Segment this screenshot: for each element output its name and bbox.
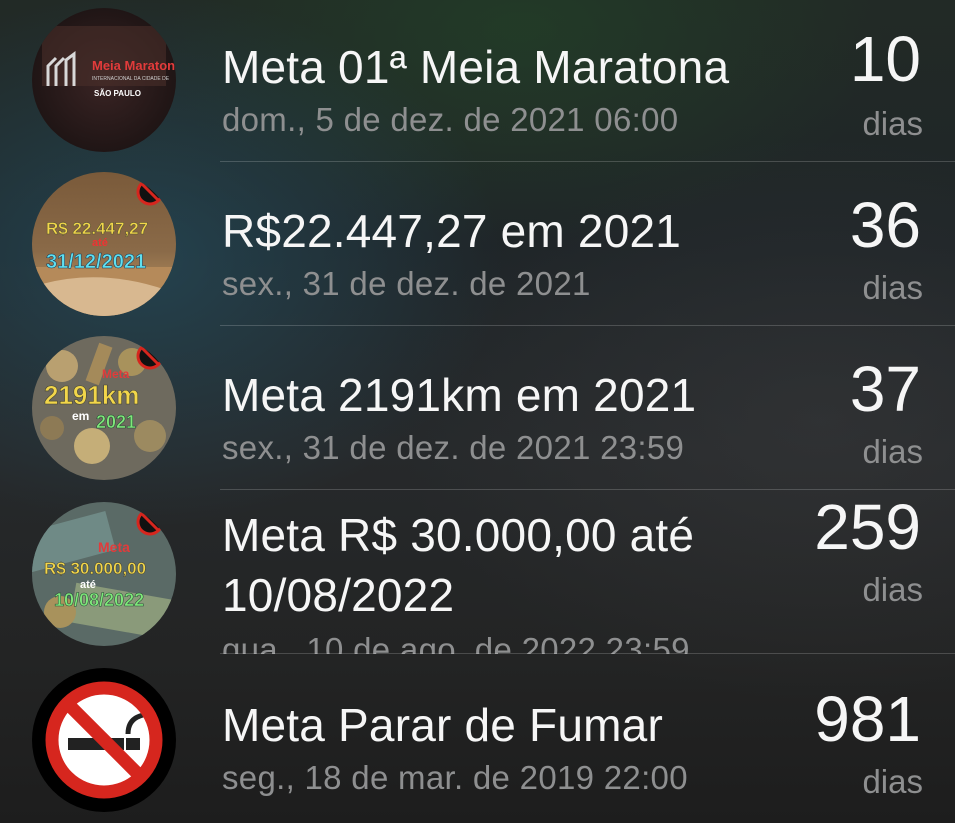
countdown-row-money-2022[interactable]: Meta R$ 30.000,00 até 10/08/2022 Meta R$…: [0, 490, 955, 654]
countdown-days-count: 10: [849, 23, 921, 95]
countdown-days-unit: dias: [862, 763, 923, 800]
countdown-date: seg., 18 de mar. de 2019 22:00: [222, 759, 688, 796]
countdown-row-meia-maratona[interactable]: Meia Maratona INTERNACIONAL DA CIDADE DE…: [0, 0, 955, 162]
countdown-days-unit: dias: [862, 105, 923, 142]
countdown-days-count: 981: [814, 683, 921, 755]
countdown-date: dom., 5 de dez. de 2021 06:00: [222, 101, 679, 138]
svg-text:10/08/2022: 10/08/2022: [54, 590, 144, 610]
countdown-date-clip: qua., 10 de ago. de 2022 23:59: [222, 630, 690, 654]
countdown-date: sex., 31 de dez. de 2021 23:59: [222, 429, 685, 466]
countdown-days-count: 37: [849, 353, 921, 425]
countdown-title: Meta R$ 30.000,00 até: [222, 509, 695, 561]
countdown-date: sex., 31 de dez. de 2021: [222, 265, 591, 302]
svg-text:Meta: Meta: [102, 367, 130, 381]
svg-text:31/12/2021: 31/12/2021: [46, 251, 146, 273]
countdown-title: Meta Parar de Fumar: [222, 699, 663, 751]
coins-goal-icon: Meta 2191km em 2021: [32, 336, 176, 480]
countdown-title: Meta 01ª Meia Maratona: [222, 41, 730, 93]
svg-text:até: até: [92, 237, 108, 249]
svg-text:Meia Maratona: Meia Maratona: [92, 58, 176, 73]
svg-text:em: em: [72, 409, 89, 423]
meia-maratona-thumbnail: Meia Maratona INTERNACIONAL DA CIDADE DE…: [32, 8, 176, 152]
countdown-days-unit: dias: [862, 269, 923, 306]
countdown-list: Meia Maratona INTERNACIONAL DA CIDADE DE…: [0, 0, 955, 823]
countdown-row-parar-de-fumar[interactable]: Meta Parar de Fumar seg., 18 de mar. de …: [0, 654, 955, 823]
svg-text:R$ 30.000,00: R$ 30.000,00: [44, 559, 146, 578]
svg-text:2021: 2021: [96, 412, 136, 432]
countdown-row-km-2021[interactable]: Meta 2191km em 2021 Meta 2191km em 2021 …: [0, 326, 955, 490]
no-smoking-icon: [32, 668, 176, 812]
meia-maratona-logo-icon: Meia Maratona INTERNACIONAL DA CIDADE DE…: [32, 8, 176, 152]
banknotes-goal-icon: Meta R$ 30.000,00 até 10/08/2022: [32, 502, 176, 646]
money-goal-icon: R$ 22.447,27 até 31/12/2021: [32, 172, 176, 316]
svg-text:INTERNACIONAL DA CIDADE DE: INTERNACIONAL DA CIDADE DE: [92, 76, 170, 82]
countdown-days-unit: dias: [862, 571, 923, 608]
countdown-title-line2: 10/08/2022: [222, 569, 455, 621]
svg-text:2191km: 2191km: [44, 380, 139, 410]
svg-text:Meta: Meta: [98, 539, 130, 555]
no-smoking-thumbnail: [32, 668, 176, 812]
svg-text:SÃO PAULO: SÃO PAULO: [94, 89, 141, 98]
countdown-date: qua., 10 de ago. de 2022 23:59: [222, 631, 690, 654]
countdown-days-count: 259: [814, 491, 921, 563]
countdown-days-unit: dias: [862, 433, 923, 470]
countdown-row-money-2021[interactable]: R$ 22.447,27 até 31/12/2021 R$22.447,27 …: [0, 162, 955, 326]
money-goal-thumbnail: R$ 22.447,27 até 31/12/2021: [32, 172, 176, 316]
countdown-title: R$22.447,27 em 2021: [222, 205, 682, 257]
coins-goal-thumbnail: Meta 2191km em 2021: [32, 336, 176, 480]
svg-text:R$ 22.447,27: R$ 22.447,27: [46, 219, 148, 238]
banknotes-goal-thumbnail: Meta R$ 30.000,00 até 10/08/2022: [32, 502, 176, 646]
countdown-title: Meta 2191km em 2021: [222, 369, 697, 421]
countdown-days-count: 36: [849, 189, 921, 261]
